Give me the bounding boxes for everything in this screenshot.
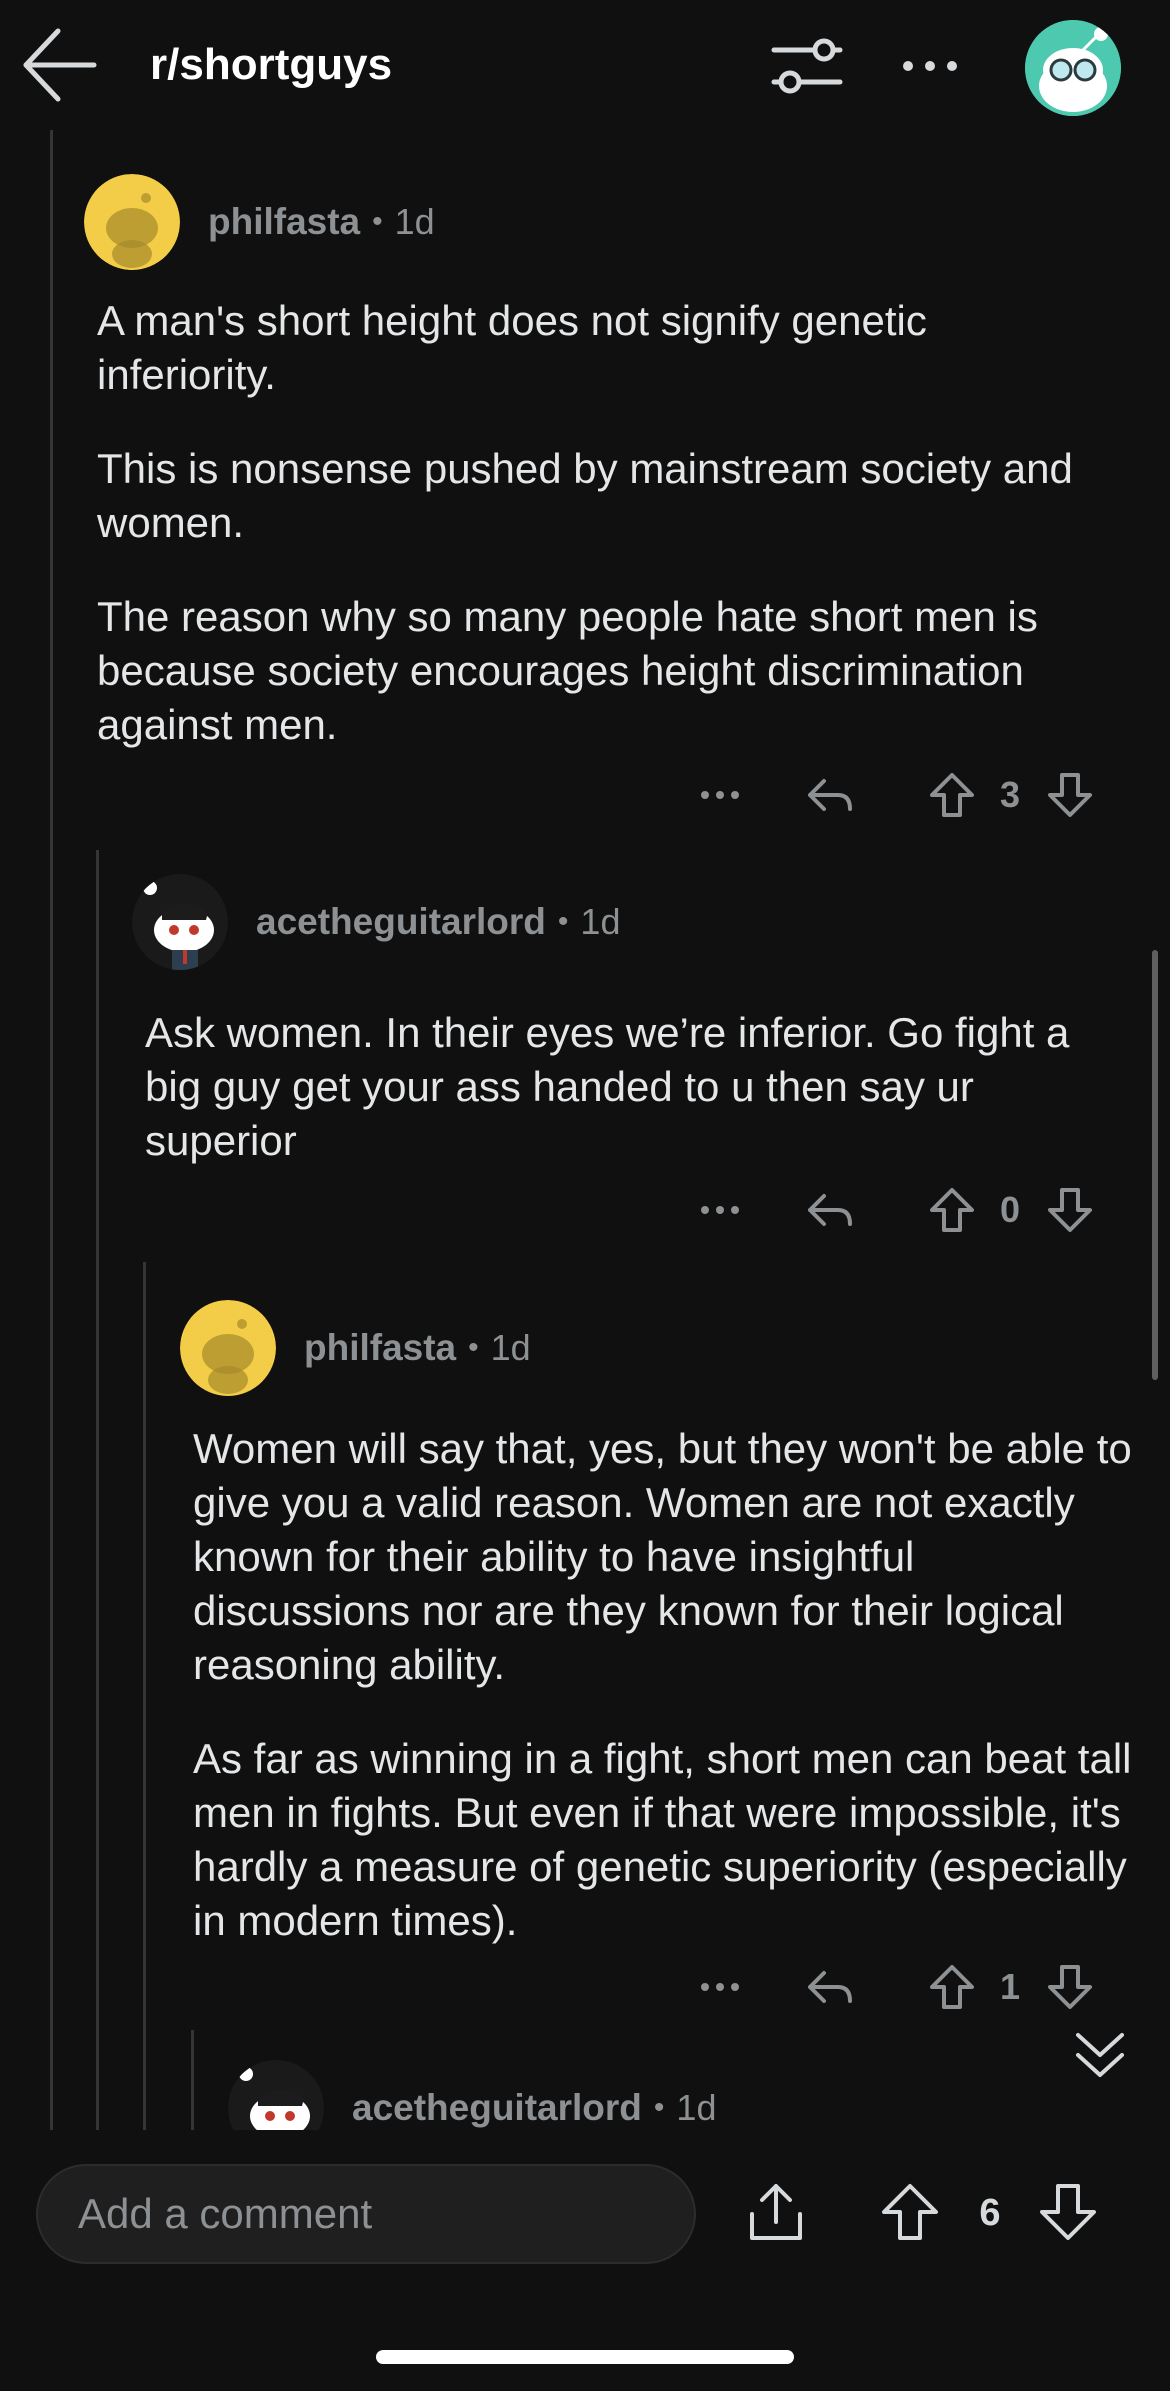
comment-actions: 0 <box>690 1180 1110 1240</box>
top-bar: r/shortguys <box>0 0 1170 130</box>
comment-paragraph: A man's short height does not signify ge… <box>97 297 927 398</box>
avatar[interactable] <box>228 2060 324 2130</box>
comment-thread: philfasta • 1d A man's short height does… <box>0 130 1170 2130</box>
reply-icon[interactable] <box>800 1180 860 1240</box>
reply-icon[interactable] <box>800 765 860 825</box>
thread-line[interactable] <box>143 1262 146 2130</box>
downvote-icon[interactable] <box>1040 1180 1100 1240</box>
comment-paragraph: As far as winning in a fight, short men … <box>193 1735 1132 1944</box>
comment-body: Women will say that, yes, but they won't… <box>193 1422 1133 1988</box>
comment-username[interactable]: acetheguitarlord <box>256 901 546 943</box>
comment-paragraph: The reason why so many people hate short… <box>97 593 1038 748</box>
add-comment-input[interactable]: Add a comment <box>36 2164 696 2264</box>
comment-header: acetheguitarlord • 1d <box>132 874 620 970</box>
more-options-icon[interactable] <box>690 765 750 825</box>
comment-body: A man's short height does not signify ge… <box>97 294 1097 792</box>
comment-timestamp: 1d <box>676 2087 717 2128</box>
comment-username[interactable]: philfasta <box>304 1327 456 1369</box>
scrollbar[interactable] <box>1152 950 1158 1380</box>
comment-username[interactable]: philfasta <box>208 201 360 243</box>
upvote-icon[interactable] <box>880 2182 940 2242</box>
vote-score: 3 <box>999 774 1021 815</box>
share-icon[interactable] <box>746 2180 806 2244</box>
thread-line[interactable] <box>96 850 99 2130</box>
avatar[interactable] <box>180 1300 276 1396</box>
comment-actions: 1 <box>690 1957 1110 2017</box>
comment-header: philfasta • 1d <box>180 1300 531 1396</box>
comment-paragraph: Ask women. In their eyes we’re inferior.… <box>145 1009 1070 1164</box>
downvote-icon[interactable] <box>1038 2182 1098 2242</box>
upvote-icon[interactable] <box>922 1957 982 2017</box>
vote-score: 0 <box>999 1189 1021 1230</box>
subreddit-title[interactable]: r/shortguys <box>150 40 392 90</box>
comment-timestamp: 1d <box>490 1327 531 1368</box>
reply-icon[interactable] <box>800 1957 860 2017</box>
more-options-icon[interactable] <box>690 1957 750 2017</box>
downvote-icon[interactable] <box>1040 1957 1100 2017</box>
thread-line[interactable] <box>50 130 53 2130</box>
comment-paragraph: Women will say that, yes, but they won't… <box>193 1425 1132 1688</box>
post-vote-score: 6 <box>979 2192 1001 2234</box>
next-comment-chevron-icon[interactable] <box>1070 2025 1130 2085</box>
home-indicator[interactable] <box>376 2350 794 2364</box>
comment-header: acetheguitarlord • 1d <box>228 2060 716 2130</box>
comment-header: philfasta • 1d <box>84 174 435 270</box>
comment-username[interactable]: acetheguitarlord <box>352 2087 642 2129</box>
comment-paragraph: This is nonsense pushed by mainstream so… <box>97 445 1073 546</box>
separator-dot: • <box>653 2091 665 2124</box>
upvote-icon[interactable] <box>922 765 982 825</box>
separator-dot: • <box>468 1331 479 1364</box>
more-options-icon[interactable] <box>690 1180 750 1240</box>
upvote-icon[interactable] <box>922 1180 982 1240</box>
thread-line[interactable] <box>191 2030 194 2130</box>
back-arrow-icon[interactable] <box>20 22 100 108</box>
avatar[interactable] <box>84 174 180 270</box>
comment-timestamp: 1d <box>580 901 621 942</box>
separator-dot: • <box>557 905 569 938</box>
comment-timestamp: 1d <box>394 201 435 242</box>
vote-score: 1 <box>999 1966 1021 2007</box>
comment-actions: 3 <box>690 765 1110 825</box>
separator-dot: • <box>372 205 383 238</box>
avatar[interactable] <box>132 874 228 970</box>
user-avatar-icon[interactable] <box>1025 20 1121 116</box>
filter-sort-icon[interactable] <box>770 34 844 98</box>
downvote-icon[interactable] <box>1040 765 1100 825</box>
more-options-icon[interactable] <box>900 52 960 82</box>
comment-body: Ask women. In their eyes we’re inferior.… <box>145 1006 1135 1208</box>
